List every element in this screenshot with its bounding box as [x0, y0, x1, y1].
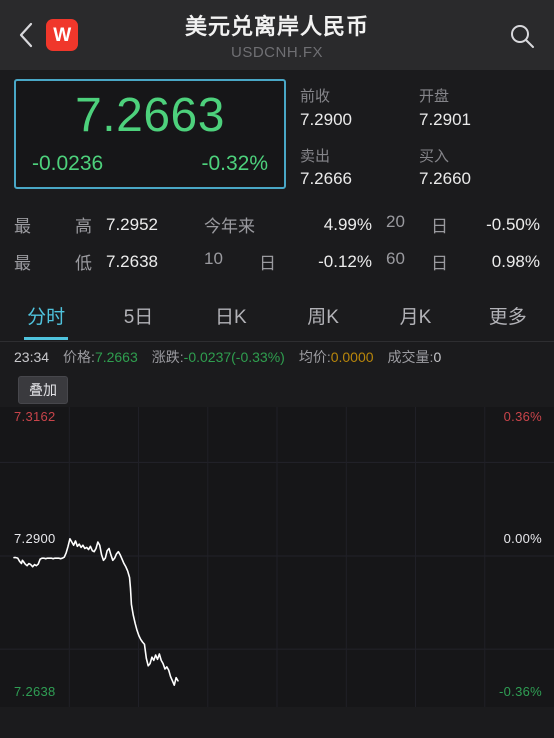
- chart-tabs: 分时 5日 日K 周K 月K 更多: [0, 290, 554, 342]
- info-volume-key: 成交量:: [387, 349, 434, 365]
- info-time: 23:34: [14, 349, 50, 365]
- app-logo[interactable]: W: [46, 19, 78, 51]
- tab-more[interactable]: 更多: [462, 290, 554, 342]
- stat-label-part1: 60: [386, 249, 405, 268]
- chevron-left-icon: [19, 22, 33, 48]
- search-button[interactable]: [504, 18, 540, 54]
- quote-field-value: 7.2666: [300, 169, 352, 189]
- quote-field-ask: 卖出 7.2666: [300, 143, 419, 201]
- quote-field-label: 前收: [300, 88, 331, 105]
- table-row: 最 高 7.2952 今年来 4.99% 20 日 -0.50%: [14, 206, 540, 243]
- price-box[interactable]: 7.2663 -0.0236 -0.32%: [14, 79, 286, 189]
- last-price: 7.2663: [75, 89, 225, 142]
- quote-field-label: 卖出: [300, 147, 331, 165]
- tab-monthly-k[interactable]: 月K: [369, 290, 461, 342]
- back-button[interactable]: [6, 0, 46, 70]
- tab-label: 月K: [399, 307, 432, 328]
- stat-value-20d: -0.50%: [486, 214, 540, 234]
- info-volume: 成交量:0: [388, 347, 442, 367]
- price-change-abs: -0.0236: [32, 152, 104, 175]
- page-title: 美元兑离岸人民币: [184, 14, 369, 39]
- stat-label-part1: 今年来: [204, 217, 255, 236]
- quote-field-value: 7.2901: [419, 109, 471, 129]
- tab-5day[interactable]: 5日: [92, 290, 184, 342]
- table-row: 最 低 7.2638 10 日 -0.12% 60 日 0.98%: [14, 243, 540, 280]
- info-change-value: -0.0237(-0.33%): [183, 349, 285, 365]
- stat-label-part1: 最: [14, 217, 31, 236]
- quote-field-bid: 买入 7.2660: [419, 143, 538, 201]
- chart-canvas: [0, 407, 554, 707]
- tab-intraday[interactable]: 分时: [0, 290, 92, 342]
- stat-label-high: 最 高: [14, 212, 106, 237]
- tab-weekly-k[interactable]: 周K: [277, 290, 369, 342]
- stat-label-60d: 60 日: [386, 249, 458, 274]
- stat-label-part1: 20: [386, 212, 405, 231]
- overlay-button[interactable]: 叠加: [18, 376, 68, 404]
- tab-label: 周K: [307, 307, 339, 328]
- tab-daily-k[interactable]: 日K: [185, 290, 277, 342]
- intraday-chart[interactable]: 7.3162 0.36% 7.2900 0.00% 7.2638 -0.36%: [0, 407, 554, 707]
- header-title-group: 美元兑离岸人民币 USDCNH.FX: [0, 0, 554, 70]
- overlay-row: 叠加: [0, 372, 554, 407]
- quote-area: 7.2663 -0.0236 -0.32% 前收 7.2900 开盘 7.290…: [0, 70, 554, 200]
- stat-value-ytd: 4.99%: [323, 214, 372, 234]
- quote-field-value: 7.2900: [300, 109, 352, 129]
- tab-label: 日K: [214, 307, 247, 328]
- price-change-row: -0.0236 -0.32%: [16, 152, 284, 176]
- stat-label-part1: 最: [14, 254, 31, 273]
- stat-value-low: 7.2638: [106, 251, 158, 271]
- stat-label-10d: 10 日: [204, 249, 294, 274]
- tab-label: 更多: [488, 307, 527, 328]
- info-avg: 均价:0.0000: [299, 347, 374, 367]
- chart-info-line: 23:34 价格:7.2663 涨跌:-0.0237(-0.33%) 均价:0.…: [0, 342, 554, 372]
- stat-label-ytd: 今年来: [204, 212, 294, 237]
- stat-label-part2: 日: [259, 254, 276, 273]
- statistics-table: 最 高 7.2952 今年来 4.99% 20 日 -0.50% 最 低 7.2…: [0, 200, 554, 280]
- stat-value-10d: -0.12%: [318, 251, 372, 271]
- stat-label-low: 最 低: [14, 249, 106, 274]
- stat-label-20d: 20 日: [386, 212, 458, 237]
- page-subtitle-symbol: USDCNH.FX: [230, 44, 323, 61]
- info-price-value: 7.2663: [94, 349, 138, 365]
- quote-field-prev-close: 前收 7.2900: [300, 83, 419, 141]
- stat-value-high: 7.2952: [106, 214, 158, 234]
- info-avg-value: 0.0000: [330, 349, 374, 365]
- stat-label-part2: 高: [75, 217, 92, 236]
- stat-value-60d: 0.98%: [491, 251, 540, 271]
- quote-field-open: 开盘 7.2901: [419, 83, 538, 141]
- stat-label-part2: 日: [431, 217, 448, 236]
- quote-field-value: 7.2660: [419, 169, 471, 189]
- info-volume-value: 0: [433, 349, 442, 365]
- info-avg-key: 均价:: [298, 349, 331, 365]
- info-change: 涨跌:-0.0237(-0.33%): [152, 347, 285, 367]
- tab-label: 5日: [123, 307, 154, 328]
- quote-field-label: 买入: [419, 147, 450, 165]
- stat-label-part1: 10: [204, 249, 223, 268]
- logo-letter: W: [53, 24, 71, 46]
- info-price: 价格:7.2663: [63, 347, 138, 367]
- tab-label: 分时: [27, 307, 66, 328]
- quote-field-label: 开盘: [419, 88, 450, 105]
- info-price-key: 价格:: [63, 349, 95, 365]
- quote-page: W 美元兑离岸人民币 USDCNH.FX 7.2663 -0.0236 -0.3…: [0, 0, 554, 738]
- info-change-key: 涨跌:: [151, 349, 184, 365]
- search-icon: [511, 25, 534, 48]
- quote-fields-grid: 前收 7.2900 开盘 7.2901 卖出 7.2666 买入 7.2660: [286, 79, 554, 200]
- stat-label-part2: 低: [75, 254, 92, 273]
- stat-label-part2: 日: [431, 254, 448, 273]
- price-change-pct: -0.32%: [201, 152, 268, 175]
- app-header: W 美元兑离岸人民币 USDCNH.FX: [0, 0, 554, 70]
